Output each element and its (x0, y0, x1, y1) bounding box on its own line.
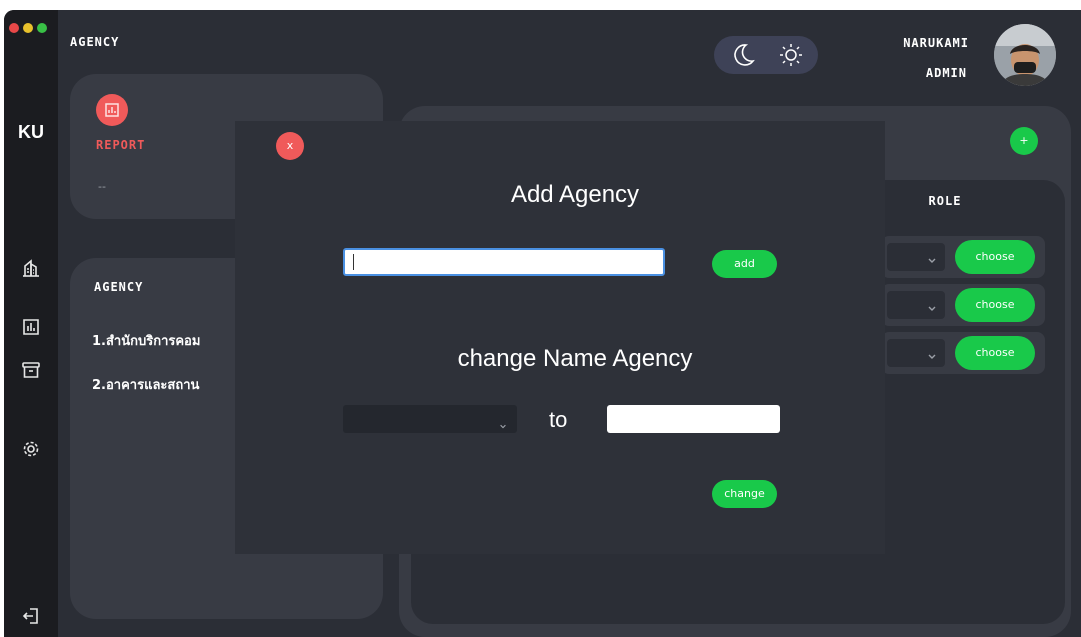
table-row: choose (881, 236, 1045, 278)
add-agency-dialog: x Add Agency add change Name Agency to c… (235, 121, 885, 554)
brand-logo: KU (18, 122, 44, 142)
agency-name-input[interactable] (343, 248, 665, 276)
sidebar: KU (4, 10, 58, 637)
sun-icon[interactable] (778, 42, 804, 68)
report-chart-icon (96, 94, 128, 126)
change-agency-button[interactable]: change (712, 480, 777, 508)
moon-icon[interactable] (730, 42, 756, 68)
minimize-window-button[interactable] (23, 23, 33, 33)
choose-role-button[interactable]: choose (955, 336, 1035, 370)
agency-list-item[interactable]: 2.อาคารและสถาน (92, 374, 242, 395)
chevron-down-icon (499, 415, 507, 429)
app-window: KU AGENCY NARUKAMI ADMIN REPORT -- AGENC… (4, 10, 1081, 637)
to-label: to (549, 407, 568, 432)
dialog-subtitle: change Name Agency (457, 345, 693, 372)
archive-icon[interactable] (21, 360, 41, 380)
role-column-header: ROLE (928, 194, 962, 208)
choose-role-button[interactable]: choose (955, 288, 1035, 322)
table-row: choose (881, 332, 1045, 374)
chevron-down-icon (927, 298, 937, 311)
dialog-title: Add Agency (510, 181, 640, 208)
add-agency-button[interactable]: add (712, 250, 777, 278)
gear-icon[interactable] (21, 439, 41, 459)
avatar[interactable] (994, 24, 1056, 86)
agency-select[interactable] (343, 405, 517, 433)
maximize-window-button[interactable] (37, 23, 47, 33)
agency-list-item[interactable]: 1.สำนักบริการคอม (92, 330, 242, 351)
new-agency-name-input[interactable] (607, 405, 780, 433)
chevron-down-icon (927, 346, 937, 359)
role-select[interactable] (887, 243, 945, 271)
agency-list-heading: AGENCY (94, 280, 144, 294)
report-icon[interactable] (21, 317, 41, 337)
logout-icon[interactable] (21, 606, 41, 626)
text-cursor (353, 254, 354, 270)
choose-role-button[interactable]: choose (955, 240, 1035, 274)
user-name: NARUKAMI (903, 36, 969, 50)
report-value: -- (98, 180, 106, 193)
theme-toggle[interactable] (714, 36, 818, 74)
add-user-button[interactable]: + (1010, 127, 1038, 155)
user-role: ADMIN (925, 66, 967, 80)
chevron-down-icon (927, 250, 937, 263)
building-icon[interactable] (21, 258, 41, 278)
close-dialog-button[interactable]: x (276, 132, 304, 160)
role-select[interactable] (887, 291, 945, 319)
role-select[interactable] (887, 339, 945, 367)
page-title: AGENCY (70, 35, 120, 49)
table-row: choose (881, 284, 1045, 326)
close-window-button[interactable] (9, 23, 19, 33)
report-label: REPORT (96, 138, 146, 152)
